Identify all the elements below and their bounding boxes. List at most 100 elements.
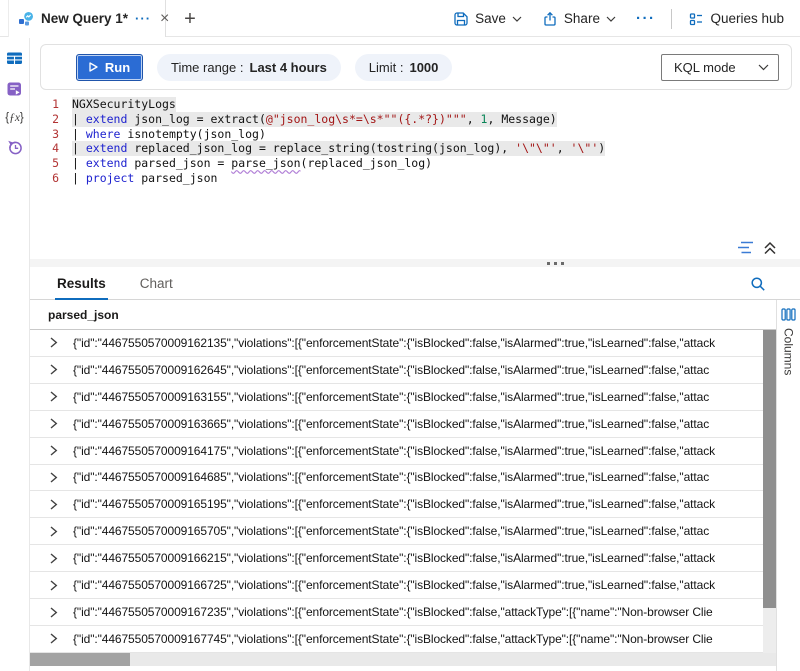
sidebar-query-history-icon[interactable] — [6, 139, 24, 156]
row-expand-chevron-icon[interactable] — [50, 337, 73, 348]
code-line[interactable]: 1NGXSecurityLogs — [31, 97, 796, 112]
query-editor[interactable]: 1NGXSecurityLogs2| extend json_log = ext… — [31, 97, 796, 237]
code-line[interactable]: 4| extend replaced_json_log = replace_st… — [31, 141, 796, 156]
data-explorer-logo-icon — [18, 11, 34, 27]
table-row[interactable]: {"id":"4467550570009163155","violations"… — [30, 384, 763, 411]
panel-splitter[interactable] — [30, 259, 800, 267]
column-header-parsed-json[interactable]: parsed_json — [48, 308, 119, 322]
new-tab-button[interactable]: + — [178, 7, 202, 31]
row-json-text: {"id":"4467550570009166215","violations"… — [73, 551, 715, 565]
code-text: | extend parsed_json = parse_json(replac… — [72, 156, 432, 171]
row-expand-chevron-icon[interactable] — [50, 553, 73, 564]
table-row[interactable]: {"id":"4467550570009166215","violations"… — [30, 545, 763, 572]
vertical-scrollbar-thumb[interactable] — [763, 330, 776, 608]
save-button[interactable]: Save — [443, 0, 532, 37]
results-grid: {"id":"4467550570009162135","violations"… — [30, 330, 763, 653]
kql-mode-select[interactable]: KQL mode — [661, 54, 779, 81]
editor-actions — [737, 240, 777, 255]
tab-close-icon[interactable]: × — [160, 11, 169, 27]
code-line[interactable]: 2| extend json_log = extract(@"json_log\… — [31, 112, 796, 127]
table-row[interactable]: {"id":"4467550570009162135","violations"… — [30, 330, 763, 357]
row-expand-chevron-icon[interactable] — [50, 472, 73, 483]
code-text: | extend json_log = extract(@"json_log\s… — [72, 112, 557, 127]
limit-label: Limit : — [369, 60, 404, 75]
row-json-text: {"id":"4467550570009164685","violations"… — [73, 470, 709, 484]
save-icon — [453, 11, 469, 27]
line-number: 3 — [31, 127, 72, 142]
code-line[interactable]: 6| project parsed_json — [31, 171, 796, 186]
row-json-text: {"id":"4467550570009166725","violations"… — [73, 578, 715, 592]
tab-results[interactable]: Results — [55, 276, 108, 300]
row-expand-chevron-icon[interactable] — [50, 391, 73, 402]
line-number: 6 — [31, 171, 72, 186]
horizontal-scrollbar[interactable] — [30, 653, 776, 666]
row-expand-chevron-icon[interactable] — [50, 364, 73, 375]
horizontal-scrollbar-thumb[interactable] — [30, 653, 130, 666]
run-label: Run — [105, 60, 130, 75]
time-range-picker[interactable]: Time range : Last 4 hours — [157, 54, 341, 81]
row-expand-chevron-icon[interactable] — [50, 580, 73, 591]
tab-title: New Query 1* — [41, 11, 128, 26]
queries-hub-button[interactable]: Queries hub — [678, 0, 794, 37]
table-row[interactable]: {"id":"4467550570009167235","violations"… — [30, 599, 763, 626]
share-label: Share — [564, 11, 600, 26]
view-options-icon[interactable] — [737, 240, 754, 255]
tab-chart[interactable]: Chart — [138, 276, 175, 299]
row-json-text: {"id":"4467550570009163155","violations"… — [73, 390, 709, 404]
sidebar-queries-icon[interactable] — [6, 81, 23, 97]
row-json-text: {"id":"4467550570009167745","violations"… — [73, 632, 713, 646]
row-json-text: {"id":"4467550570009164175","violations"… — [73, 444, 715, 458]
line-number: 2 — [31, 112, 72, 127]
columns-panel-label: Columns — [782, 328, 796, 375]
row-expand-chevron-icon[interactable] — [50, 526, 73, 537]
table-row[interactable]: {"id":"4467550570009164685","violations"… — [30, 465, 763, 492]
row-expand-chevron-icon[interactable] — [50, 418, 73, 429]
row-json-text: {"id":"4467550570009165705","violations"… — [73, 524, 709, 538]
table-row[interactable]: {"id":"4467550570009165195","violations"… — [30, 491, 763, 518]
vertical-scrollbar[interactable] — [763, 330, 776, 653]
more-options-button[interactable]: ··· — [626, 10, 666, 27]
kql-mode-chevron-down-icon — [758, 64, 769, 71]
run-button[interactable]: Run — [76, 54, 143, 81]
row-expand-chevron-icon[interactable] — [50, 499, 73, 510]
table-row[interactable]: {"id":"4467550570009166725","violations"… — [30, 572, 763, 599]
time-range-value: Last 4 hours — [250, 60, 327, 75]
tab-more-options-icon[interactable]: ··· — [135, 12, 151, 25]
code-line[interactable]: 3| where isnotempty(json_log) — [31, 127, 796, 142]
results-tab-strip: Results Chart — [30, 267, 800, 300]
table-row[interactable]: {"id":"4467550570009165705","violations"… — [30, 518, 763, 545]
line-number: 4 — [31, 141, 72, 156]
code-text: | project parsed_json — [72, 171, 217, 186]
row-expand-chevron-icon[interactable] — [50, 633, 73, 644]
kql-mode-label: KQL mode — [674, 60, 736, 75]
table-row[interactable]: {"id":"4467550570009164175","violations"… — [30, 438, 763, 465]
queries-hub-label: Queries hub — [710, 11, 784, 26]
row-json-text: {"id":"4467550570009162645","violations"… — [73, 363, 709, 377]
code-line[interactable]: 5| extend parsed_json = parse_json(repla… — [31, 156, 796, 171]
splitter-drag-handle-icon[interactable] — [547, 262, 564, 265]
table-row[interactable]: {"id":"4467550570009162645","violations"… — [30, 357, 763, 384]
kusto-query-app: New Query 1* ··· × + Save — [0, 0, 800, 671]
table-row[interactable]: {"id":"4467550570009167745","violations"… — [30, 626, 763, 653]
row-expand-chevron-icon[interactable] — [50, 607, 73, 618]
columns-icon[interactable] — [781, 308, 796, 321]
column-header-row[interactable]: parsed_json — [30, 300, 776, 330]
share-icon — [542, 11, 558, 27]
search-icon[interactable] — [750, 276, 766, 292]
sidebar-data-tables-icon[interactable] — [6, 50, 23, 66]
limit-picker[interactable]: Limit : 1000 — [355, 54, 453, 81]
sidebar-functions-icon[interactable]: {ƒx} — [5, 112, 24, 124]
collapse-panel-icon[interactable] — [763, 241, 777, 255]
query-tab[interactable]: New Query 1* ··· × — [8, 0, 166, 37]
save-label: Save — [475, 11, 506, 26]
line-number: 5 — [31, 156, 72, 171]
query-toolbar: Run Time range : Last 4 hours Limit : 10… — [40, 44, 792, 90]
table-row[interactable]: {"id":"4467550570009163665","violations"… — [30, 411, 763, 438]
toolbar-divider — [671, 9, 672, 29]
row-expand-chevron-icon[interactable] — [50, 445, 73, 456]
share-button[interactable]: Share — [532, 0, 626, 37]
columns-side-panel[interactable]: Columns — [776, 300, 800, 671]
row-json-text: {"id":"4467550570009167235","violations"… — [73, 605, 713, 619]
code-text: NGXSecurityLogs — [72, 97, 176, 112]
code-text: | extend replaced_json_log = replace_str… — [72, 141, 605, 156]
